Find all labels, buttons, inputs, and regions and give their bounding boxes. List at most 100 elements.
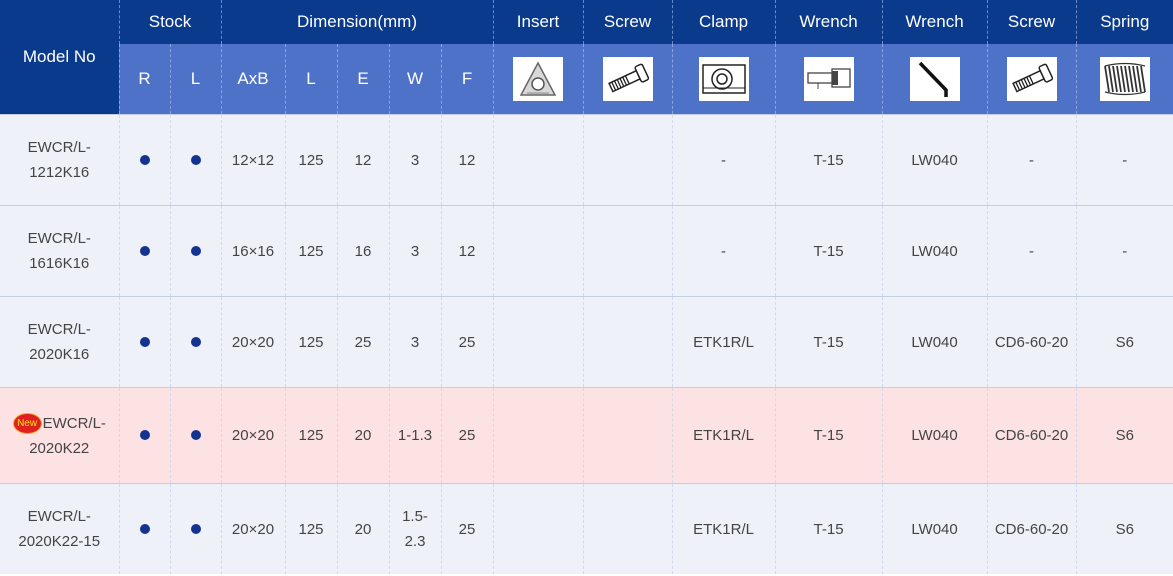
l-cell: 125 <box>284 205 337 297</box>
model-line1: EWCR/L- <box>27 139 91 156</box>
stock-l-cell <box>169 114 221 206</box>
product-spec-table: Model No Stock Dimension(mm) Insert Scre… <box>0 0 1173 574</box>
header-screw-image <box>582 44 673 115</box>
screw-cell <box>582 296 673 388</box>
wrench-t-icon <box>803 57 854 101</box>
stock-available-dot-icon <box>139 336 150 347</box>
table-row: EWCR/L- 1616K16 16×16 125 16 3 12 - T-15 … <box>0 205 1173 297</box>
screw-cell <box>582 483 673 574</box>
insert-cell <box>492 483 584 574</box>
model-line2: 2020K16 <box>29 346 90 363</box>
stock-available-dot-icon <box>190 336 201 347</box>
model-cell: New EWCR/L- 2020K22 <box>0 387 119 484</box>
spring-cell: S6 <box>1075 296 1173 388</box>
screw-2-cell: - <box>986 205 1077 297</box>
axb-cell: 20×20 <box>220 387 285 484</box>
wrench-2-cell: LW040 <box>881 296 988 388</box>
header-spring: Spring <box>1075 0 1173 44</box>
screw-icon <box>602 57 653 101</box>
spring-cell: - <box>1075 205 1173 297</box>
header-insert-image <box>492 44 584 115</box>
model-line1: EWCR/L- <box>27 508 91 525</box>
wrench-2-cell: LW040 <box>881 483 988 574</box>
w-cell: 1-1.3 <box>388 387 441 484</box>
insert-cell <box>492 114 584 206</box>
wrench-cell: T-15 <box>774 483 883 574</box>
model-line2: 1212K16 <box>29 164 90 181</box>
header-dim-l: L <box>284 44 337 115</box>
f-cell: 25 <box>440 387 494 484</box>
header-spring-image <box>1075 44 1173 115</box>
f-cell: 25 <box>440 296 494 388</box>
stock-r-cell <box>118 114 170 206</box>
axb-cell: 12×12 <box>220 114 285 206</box>
wrench-cell: T-15 <box>774 387 883 484</box>
clamp-icon <box>698 57 749 101</box>
clamp-cell: ETK1R/L <box>671 296 776 388</box>
header-axb: AxB <box>220 44 285 115</box>
header-wrench-image <box>774 44 883 115</box>
stock-r-cell <box>118 205 170 297</box>
model-cell: EWCR/L- 1212K16 <box>0 114 119 206</box>
e-cell: 25 <box>336 296 389 388</box>
header-screw-2: Screw <box>986 0 1077 44</box>
table-row: EWCR/L- 2020K16 20×20 125 25 3 25 ETK1R/L… <box>0 296 1173 388</box>
w-cell: 3 <box>388 114 441 206</box>
stock-r-cell <box>118 296 170 388</box>
f-cell: 12 <box>440 205 494 297</box>
wrench-2-cell: LW040 <box>881 205 988 297</box>
model-line2: 1616K16 <box>29 255 90 272</box>
stock-l-cell <box>169 387 221 484</box>
spring-cell: - <box>1075 114 1173 206</box>
spring-icon <box>1099 57 1150 101</box>
screw-2-cell: - <box>986 114 1077 206</box>
screw-cell <box>582 114 673 206</box>
model-line1: EWCR/L- <box>42 414 106 432</box>
w-line1: 1.5- <box>402 508 428 525</box>
header-insert: Insert <box>492 0 584 44</box>
f-cell: 25 <box>440 483 494 574</box>
screw-cell <box>582 387 673 484</box>
axb-cell: 16×16 <box>220 205 285 297</box>
stock-r-cell <box>118 387 170 484</box>
l-cell: 125 <box>284 483 337 574</box>
w-cell: 1.5- 2.3 <box>388 483 441 574</box>
stock-available-dot-icon <box>139 154 150 165</box>
screw-icon <box>1006 57 1057 101</box>
w-line2: 2.3 <box>404 533 426 550</box>
model-cell: EWCR/L- 2020K16 <box>0 296 119 388</box>
spring-cell: S6 <box>1075 483 1173 574</box>
header-r: R <box>118 44 170 115</box>
insert-cell <box>492 205 584 297</box>
insert-cell <box>492 296 584 388</box>
screw-cell <box>582 205 673 297</box>
axb-cell: 20×20 <box>220 296 285 388</box>
spring-cell: S6 <box>1075 387 1173 484</box>
model-cell: EWCR/L- 1616K16 <box>0 205 119 297</box>
axb-cell: 20×20 <box>220 483 285 574</box>
header-clamp: Clamp <box>671 0 776 44</box>
w-cell: 3 <box>388 205 441 297</box>
clamp-cell: ETK1R/L <box>671 483 776 574</box>
stock-available-dot-icon <box>139 523 150 534</box>
hex-key-icon <box>909 57 960 101</box>
header-screw-2-image <box>986 44 1077 115</box>
model-line1: EWCR/L- <box>27 230 91 247</box>
screw-2-cell: CD6-60-20 <box>986 296 1077 388</box>
wrench-cell: T-15 <box>774 205 883 297</box>
stock-l-cell <box>169 296 221 388</box>
stock-available-dot-icon <box>190 154 201 165</box>
header-wrench: Wrench <box>774 0 883 44</box>
header-dimension: Dimension(mm) <box>220 0 494 44</box>
l-cell: 125 <box>284 387 337 484</box>
table-row-new: New EWCR/L- 2020K22 20×20 125 20 1-1.3 25 … <box>0 387 1173 484</box>
header-stock: Stock <box>118 0 221 44</box>
header-w: W <box>388 44 441 115</box>
insert-icon <box>513 57 564 101</box>
model-line2: 2020K22-15 <box>18 533 101 550</box>
header-l: L <box>169 44 221 115</box>
wrench-cell: T-15 <box>774 114 883 206</box>
f-cell: 12 <box>440 114 494 206</box>
stock-l-cell <box>169 205 221 297</box>
l-cell: 125 <box>284 296 337 388</box>
